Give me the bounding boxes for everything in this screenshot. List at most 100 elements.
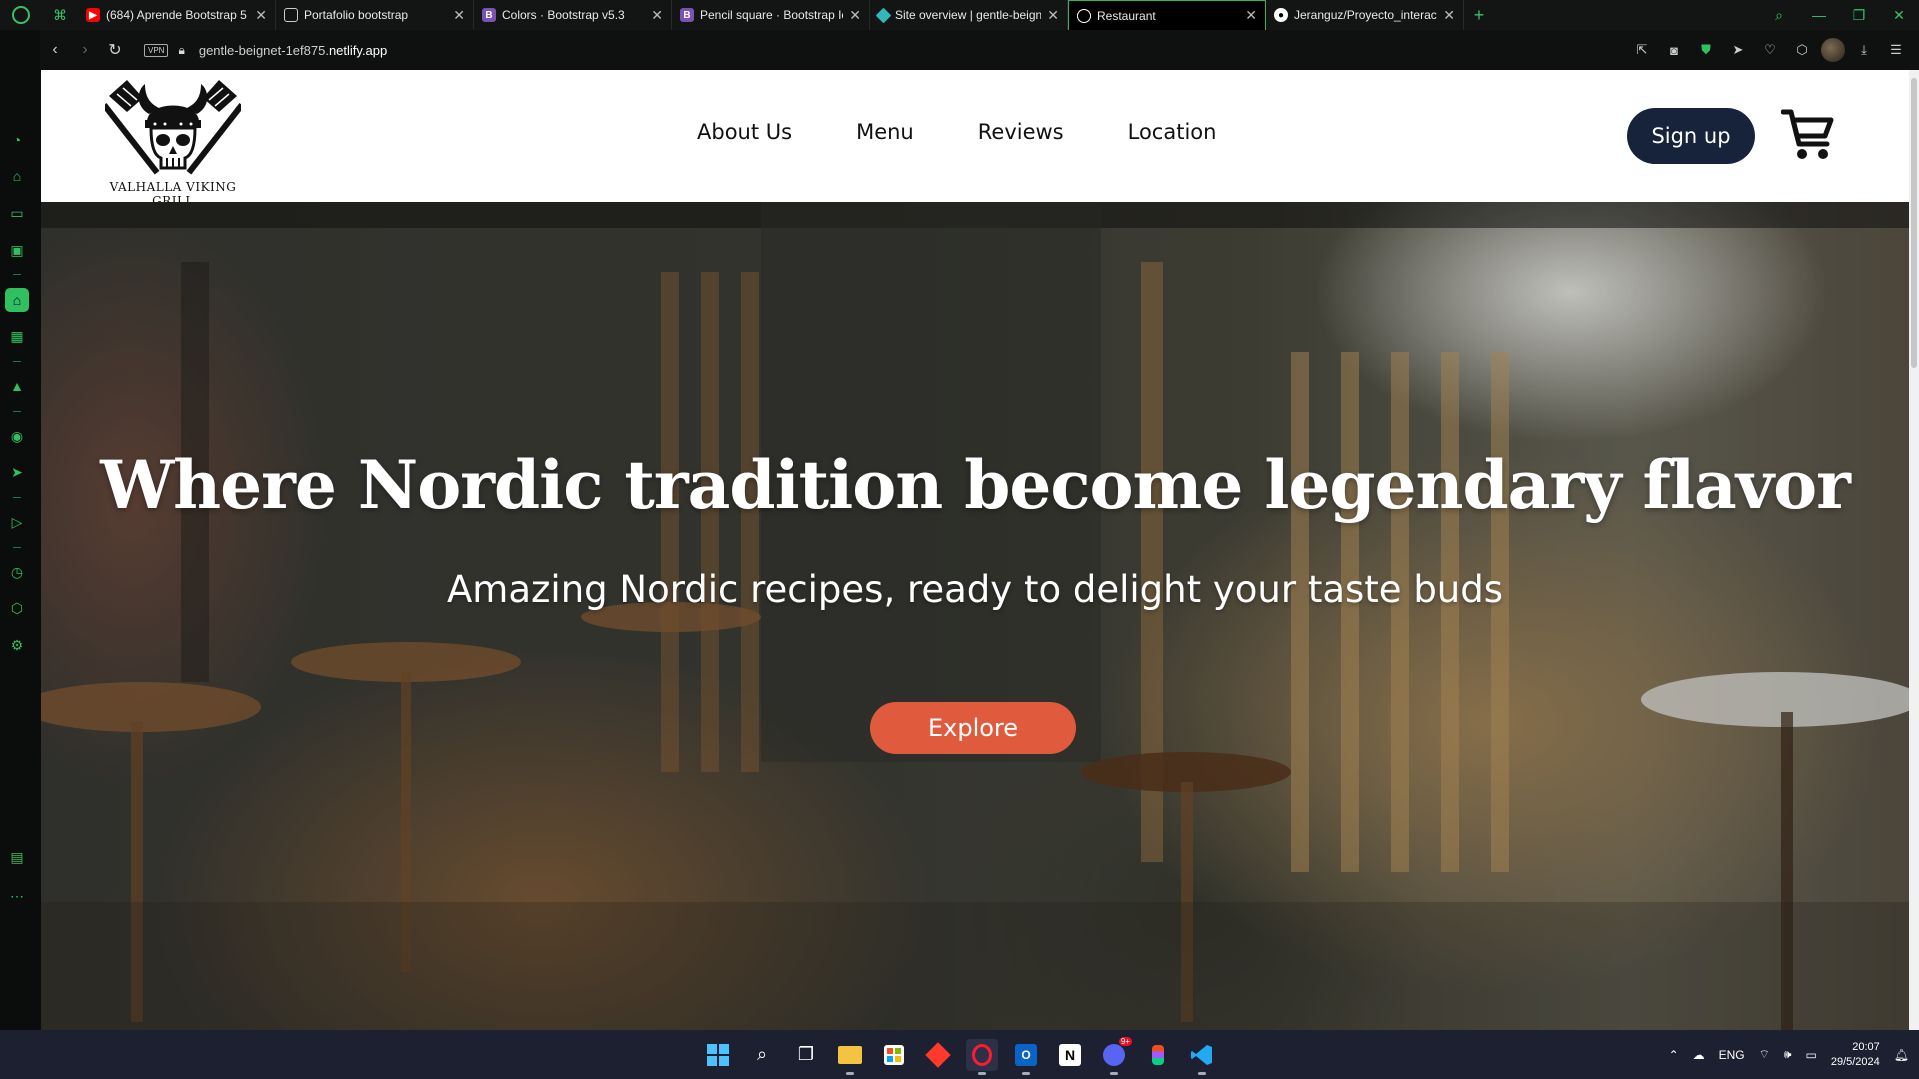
tab-title: Restaurant (1097, 8, 1156, 23)
close-tab-icon[interactable]: ✕ (849, 7, 861, 24)
chevron-up-icon[interactable]: ⌃ (1669, 1048, 1679, 1062)
close-tab-icon[interactable]: ✕ (255, 7, 267, 24)
page-scrollbar[interactable] (1909, 70, 1919, 1030)
tab-title: (684) Aprende Bootstrap 5 (106, 8, 247, 22)
player-icon[interactable]: ▷ (5, 510, 29, 534)
close-window-icon[interactable]: ✕ (1879, 7, 1919, 24)
bootstrap-icon: B (482, 8, 496, 22)
figma-icon[interactable] (1142, 1039, 1174, 1071)
site-logo[interactable]: VALHALLA VIKING GRILL (101, 78, 245, 208)
battery-icon[interactable]: ▭ (1805, 1048, 1816, 1062)
profile-avatar[interactable] (1821, 38, 1845, 62)
close-tab-icon[interactable]: ✕ (453, 7, 465, 24)
extensions-cube-icon[interactable]: ⬡ (1789, 42, 1815, 58)
tab-netlify[interactable]: Site overview | gentle-beignet ✕ (870, 0, 1068, 30)
url-domain: netlify.app (328, 42, 388, 58)
download-icon[interactable]: ⤓ (1851, 42, 1877, 58)
main-menu: About Us Menu Reviews Location (697, 120, 1216, 144)
netlify-icon (875, 7, 892, 23)
search-tabs-icon[interactable]: ⌕ (1759, 7, 1799, 24)
new-tab-button[interactable]: + (1464, 5, 1494, 26)
whatsapp-icon[interactable]: ◉ (5, 424, 29, 448)
close-tab-icon[interactable]: ✕ (651, 7, 663, 24)
tab-bootstrap-icons[interactable]: B Pencil square · Bootstrap Icons ✕ (672, 0, 870, 30)
sign-up-button[interactable]: Sign up (1627, 108, 1755, 164)
nav-reviews[interactable]: Reviews (978, 120, 1064, 144)
tab-portafolio[interactable]: Portafolio bootstrap ✕ (276, 0, 474, 30)
nav-about-us[interactable]: About Us (697, 120, 792, 144)
home-icon[interactable]: ⌂ (5, 288, 29, 312)
hero-title: Where Nordic tradition become legendary … (100, 446, 1851, 524)
web-page: VALHALLA VIKING GRILL About Us Menu Revi… (41, 70, 1909, 1030)
send-icon[interactable]: ➤ (1725, 42, 1751, 58)
cart-icon[interactable] (1781, 106, 1835, 162)
extensions-icon[interactable]: ⬡ (5, 596, 29, 620)
easy-setup-icon[interactable]: ☰ (1883, 42, 1909, 58)
viking-skull-icon (101, 80, 245, 175)
twitch-icon[interactable]: ▭ (5, 201, 29, 225)
onedrive-cloud-icon[interactable]: ☁ (1693, 1048, 1705, 1062)
notification-bell-icon[interactable]: 🔔︎ (1894, 1048, 1909, 1062)
tab-bootstrap-colors[interactable]: B Colors · Bootstrap v5.3 ✕ (474, 0, 672, 30)
clock-time: 20:07 (1852, 1040, 1880, 1053)
vpn-badge[interactable]: VPN (144, 43, 169, 57)
opera-menu-button[interactable] (0, 0, 42, 30)
clock[interactable]: 20:07 29/5/2024 (1831, 1040, 1880, 1070)
windows-taskbar: ⌕ ❐ O N 9+ ⌃ ☁ ENG ⌔ 🕪︎ ▭ 20:07 29/5/202… (0, 1030, 1919, 1079)
close-tab-icon[interactable]: ✕ (1245, 7, 1257, 24)
tab-title: Portafolio bootstrap (304, 8, 409, 22)
close-tab-icon[interactable]: ✕ (1047, 7, 1059, 24)
discord-icon[interactable]: 9+ (1098, 1036, 1132, 1075)
minimize-icon[interactable]: — (1799, 7, 1839, 23)
discord-badge: 9+ (1118, 1036, 1132, 1046)
scrollbar-thumb[interactable] (1911, 78, 1917, 368)
volume-icon[interactable]: 🕪︎ (1784, 1047, 1792, 1062)
tab-strip: ▶ (684) Aprende Bootstrap 5 ✕ Portafolio… (78, 0, 1464, 30)
reload-icon[interactable]: ↻ (100, 40, 130, 60)
app-icon[interactable] (922, 1039, 954, 1071)
file-explorer-icon[interactable] (834, 1039, 866, 1075)
search-icon[interactable]: ⌕ (746, 1039, 778, 1071)
ai-icon[interactable]: ▣ (5, 238, 29, 262)
wifi-icon[interactable]: ⌔ (1759, 1047, 1770, 1062)
tab-aprende-bootstrap[interactable]: ▶ (684) Aprende Bootstrap 5 ✕ (78, 0, 276, 30)
share-icon[interactable]: ⇱ (1629, 42, 1655, 58)
forward-icon[interactable]: › (70, 41, 100, 59)
notion-icon[interactable]: N (1054, 1039, 1086, 1071)
more-icon[interactable]: ⋯ (5, 884, 29, 908)
url-field[interactable]: gentle-beignet-1ef875.netlify.app (199, 43, 387, 58)
nav-location[interactable]: Location (1128, 120, 1217, 144)
heart-icon[interactable]: ♡ (1757, 42, 1783, 58)
settings-icon[interactable]: ⚙ (5, 633, 29, 657)
camera-icon[interactable]: ◙ (1661, 43, 1687, 58)
tab-islands-icon[interactable]: ⌘ (42, 7, 78, 24)
address-bar: ‹ › ↻ VPN 🔒︎ gentle-beignet-1ef875.netli… (40, 30, 1919, 70)
language-indicator[interactable]: ENG (1719, 1048, 1745, 1062)
adblock-shield-icon[interactable]: ⛊ (1693, 42, 1719, 58)
bag-icon[interactable]: ⌂ (5, 164, 29, 188)
gaming-icon[interactable]: ▦ (5, 324, 29, 348)
aria-icon[interactable]: ▲ (5, 374, 29, 398)
restore-icon[interactable]: ❐ (1839, 7, 1879, 24)
store-icon[interactable] (878, 1039, 910, 1071)
outlook-icon[interactable]: O (1010, 1039, 1042, 1075)
vscode-icon[interactable] (1186, 1039, 1218, 1075)
close-tab-icon[interactable]: ✕ (1443, 7, 1455, 24)
bootstrap-icon: B (680, 8, 694, 22)
history-icon[interactable]: ◷ (5, 560, 29, 584)
lock-icon[interactable]: 🔒︎ (178, 43, 184, 58)
explore-button[interactable]: Explore (870, 702, 1076, 754)
opera-icon[interactable] (966, 1038, 998, 1075)
task-view-icon[interactable]: ❐ (790, 1039, 822, 1071)
pinboard-icon[interactable]: ▤ (5, 845, 29, 869)
tab-github[interactable]: ● Jeranguz/Proyecto_interactivo ✕ (1266, 0, 1464, 30)
hero-section: Where Nordic tradition become legendary … (41, 202, 1909, 1030)
back-icon[interactable]: ‹ (40, 41, 70, 59)
nav-menu[interactable]: Menu (856, 120, 914, 144)
speed-dial-icon[interactable]: ◔ (5, 128, 29, 152)
windows-start-icon[interactable] (702, 1039, 734, 1071)
site-navbar: VALHALLA VIKING GRILL About Us Menu Revi… (41, 70, 1909, 208)
telegram-icon[interactable]: ➤ (5, 460, 29, 484)
window-controls: ⌕ — ❐ ✕ (1759, 0, 1919, 30)
tab-restaurant[interactable]: Restaurant ✕ (1068, 0, 1266, 30)
